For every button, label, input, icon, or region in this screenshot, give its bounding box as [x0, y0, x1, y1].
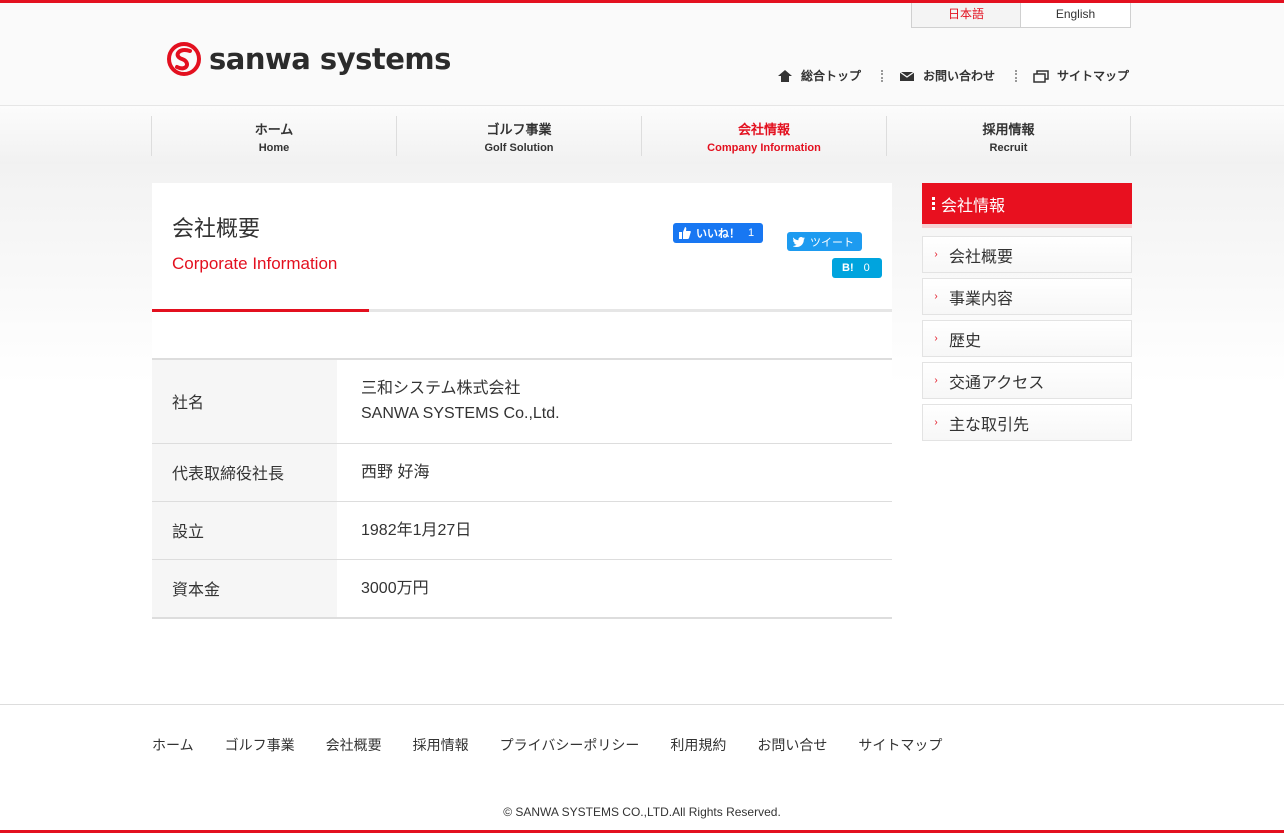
- global-nav: ホーム Home ゴルフ事業 Golf Solution 会社情報 Compan…: [0, 106, 1284, 164]
- sidebar-item-business[interactable]: › 事業内容: [922, 278, 1132, 315]
- page-title-box: 会社概要 Corporate Information いいね！ 1 ツイート B…: [152, 183, 892, 312]
- utility-contact-label: お問い合わせ: [923, 69, 996, 83]
- utility-top-label: 総合トップ: [801, 69, 862, 83]
- copyright: © SANWA SYSTEMS CO.,LTD.All Rights Reser…: [503, 805, 781, 819]
- site-footer: ホーム ゴルフ事業 会社概要 採用情報 プライバシーポリシー 利用規約 お問い合…: [0, 704, 1284, 830]
- mail-icon: [899, 71, 915, 81]
- site-header: sanwa systems 日本語 English 総合トップ お問い合わせ サ…: [0, 3, 1284, 106]
- sidebar-item-label: 歴史: [949, 332, 982, 350]
- hatena-bookmark-button[interactable]: B! 0: [832, 258, 882, 278]
- row-value: 3000万円: [337, 559, 892, 619]
- sidebar-item-access[interactable]: › 交通アクセス: [922, 362, 1132, 399]
- row-value: 西野 好海: [337, 443, 892, 502]
- footer-link-contact[interactable]: お問い合せ: [757, 735, 827, 755]
- nav-label-ja: 採用情報: [982, 122, 1035, 137]
- row-value: 1982年1月27日: [337, 501, 892, 560]
- facebook-like-button[interactable]: いいね！ 1: [673, 223, 763, 243]
- nav-item-recruit[interactable]: 採用情報 Recruit: [886, 116, 1131, 156]
- nav-label-ja: ゴルフ事業: [486, 122, 552, 137]
- sidebar-title[interactable]: 会社情報: [922, 183, 1132, 224]
- nav-label-ja: ホーム: [254, 122, 294, 137]
- tweet-label: ツイート: [810, 236, 854, 249]
- company-name-en: SANWA SYSTEMS Co.,Ltd.: [361, 405, 560, 423]
- home-icon: [778, 69, 792, 82]
- footer-link-terms[interactable]: 利用規約: [670, 735, 726, 755]
- page-title: 会社概要: [172, 216, 261, 241]
- lang-japanese[interactable]: 日本語: [911, 3, 1021, 28]
- nav-label-en: Recruit: [989, 142, 1028, 154]
- utility-nav: 総合トップ お問い合わせ サイトマップ: [777, 67, 1129, 84]
- chevron-right-icon: ›: [934, 249, 938, 260]
- footer-link-golf[interactable]: ゴルフ事業: [225, 735, 295, 755]
- nav-label-ja: 会社情報: [737, 122, 790, 137]
- nav-item-home[interactable]: ホーム Home: [151, 116, 396, 156]
- sidebar-title-label: 会社情報: [941, 197, 1006, 215]
- thumbs-up-icon: [679, 227, 691, 239]
- utility-contact-link[interactable]: お問い合わせ: [899, 67, 995, 84]
- chevron-right-icon: ›: [934, 291, 938, 302]
- sanwa-logo-icon: [167, 42, 201, 76]
- sidebar-item-overview[interactable]: › 会社概要: [922, 236, 1132, 273]
- page-subtitle: Corporate Information: [172, 254, 338, 273]
- chevron-right-icon: ›: [934, 375, 938, 386]
- sidebar: 会社情報 › 会社概要 › 事業内容 › 歴史 › 交通アクセス › 主な取引先: [922, 183, 1132, 446]
- chevron-right-icon: ›: [934, 417, 938, 428]
- sidebar-item-label: 事業内容: [949, 290, 1014, 308]
- hatena-label: B!: [842, 262, 854, 274]
- company-info-table: 社名 三和システム株式会社 SANWA SYSTEMS Co.,Ltd. 代表取…: [152, 360, 892, 619]
- footer-link-home[interactable]: ホーム: [152, 735, 194, 755]
- utility-separator: [1015, 69, 1018, 82]
- facebook-like-label: いいね！: [696, 228, 740, 240]
- row-label: 設立: [152, 501, 337, 560]
- main-content: 会社概要 Corporate Information いいね！ 1 ツイート B…: [152, 183, 892, 619]
- utility-sitemap-link[interactable]: サイトマップ: [1033, 67, 1129, 84]
- twitter-bird-icon: [793, 236, 805, 247]
- footer-link-privacy[interactable]: プライバシーポリシー: [500, 735, 640, 755]
- sidebar-item-label: 主な取引先: [949, 416, 1030, 434]
- logo-text: sanwa systems: [209, 41, 451, 76]
- nav-item-company[interactable]: 会社情報 Company Information: [641, 116, 886, 156]
- sidebar-item-clients[interactable]: › 主な取引先: [922, 404, 1132, 441]
- row-label: 社名: [152, 360, 337, 444]
- title-accent-underline: [152, 309, 369, 312]
- vertical-dots-icon: [932, 197, 935, 210]
- footer-link-sitemap[interactable]: サイトマップ: [858, 735, 942, 755]
- nav-label-en: Home: [258, 142, 290, 154]
- sidebar-item-history[interactable]: › 歴史: [922, 320, 1132, 357]
- content-spacer: [152, 312, 892, 360]
- utility-separator: [881, 69, 884, 82]
- nav-label-en: Company Information: [707, 142, 821, 154]
- sitemap-icon: [1033, 69, 1049, 83]
- nav-label-en: Golf Solution: [484, 142, 554, 154]
- company-name-ja: 三和システム株式会社: [361, 380, 521, 398]
- row-value: 三和システム株式会社 SANWA SYSTEMS Co.,Ltd.: [337, 360, 892, 444]
- footer-link-recruit[interactable]: 採用情報: [413, 735, 469, 755]
- table-row: 社名 三和システム株式会社 SANWA SYSTEMS Co.,Ltd.: [152, 360, 892, 444]
- row-label: 資本金: [152, 559, 337, 619]
- footer-links: ホーム ゴルフ事業 会社概要 採用情報 プライバシーポリシー 利用規約 お問い合…: [152, 735, 973, 755]
- nav-item-golf[interactable]: ゴルフ事業 Golf Solution: [396, 116, 641, 156]
- site-logo[interactable]: sanwa systems: [167, 41, 451, 77]
- chevron-right-icon: ›: [934, 333, 938, 344]
- row-label: 代表取締役社長: [152, 443, 337, 502]
- utility-sitemap-label: サイトマップ: [1057, 69, 1130, 83]
- table-row: 代表取締役社長 西野 好海: [152, 443, 892, 502]
- table-row: 設立 1982年1月27日: [152, 501, 892, 560]
- tweet-button[interactable]: ツイート: [787, 232, 862, 251]
- utility-top-link[interactable]: 総合トップ: [777, 67, 861, 84]
- hatena-count: 0: [863, 262, 870, 274]
- lang-english[interactable]: English: [1021, 3, 1131, 28]
- footer-link-company[interactable]: 会社概要: [326, 735, 382, 755]
- sidebar-item-label: 交通アクセス: [949, 374, 1045, 392]
- facebook-like-count: 1: [748, 227, 755, 239]
- sidebar-item-label: 会社概要: [949, 248, 1014, 266]
- table-row: 資本金 3000万円: [152, 559, 892, 619]
- language-switcher: 日本語 English: [911, 3, 1131, 28]
